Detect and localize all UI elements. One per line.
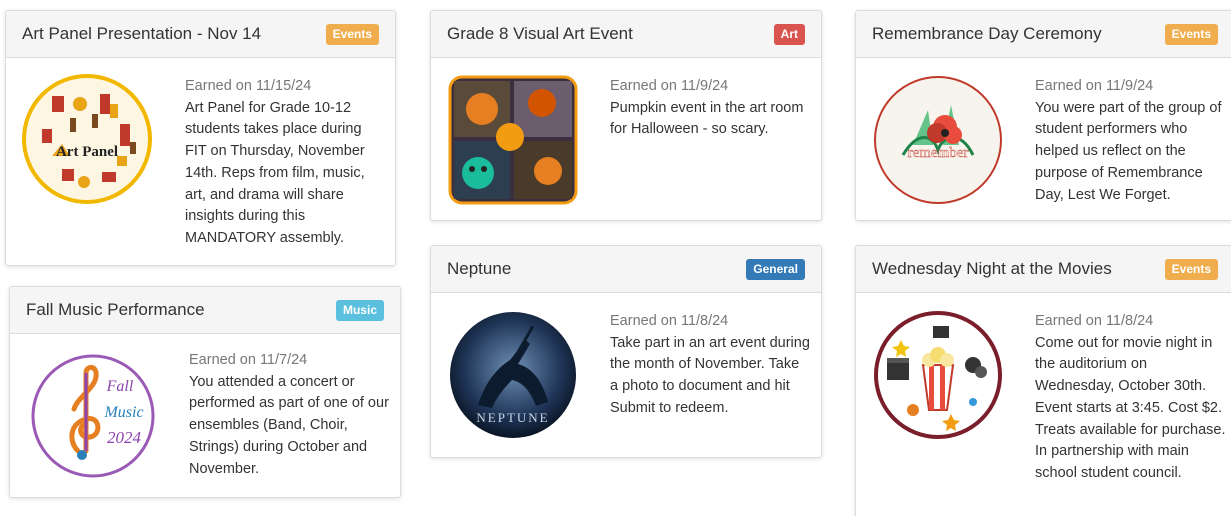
badge-card[interactable]: Art Panel Presentation - Nov 14 Events A… bbox=[5, 10, 396, 266]
art-panel-logo-text: Art Panel bbox=[56, 144, 118, 160]
badge-card[interactable]: Wednesday Night at the Movies Events Ear… bbox=[855, 245, 1231, 516]
music-logo-text-year: 2024 bbox=[107, 428, 142, 447]
card-text: Earned on 11/9/24 You were part of the g… bbox=[1035, 76, 1225, 206]
pumpkin-photo-image bbox=[448, 75, 578, 205]
card-text: Earned on 11/15/24 Art Panel for Grade 1… bbox=[185, 76, 385, 250]
category-badge: Events bbox=[1164, 258, 1218, 280]
card-description: You were part of the group of student pe… bbox=[1035, 99, 1222, 203]
treble-clef-image: Fall Music 2024 bbox=[28, 351, 158, 481]
badge-card[interactable]: Fall Music Performance Music Fall Music … bbox=[9, 286, 401, 498]
card-title: Neptune bbox=[447, 259, 512, 278]
category-badge: Art bbox=[773, 23, 805, 45]
card-header: Remembrance Day Ceremony Events bbox=[856, 11, 1231, 58]
category-badge: Music bbox=[335, 299, 384, 321]
card-header: Wednesday Night at the Movies Events bbox=[856, 246, 1231, 293]
card-header: Fall Music Performance Music bbox=[10, 287, 400, 334]
earned-date: Earned on 11/9/24 bbox=[1035, 78, 1154, 94]
music-logo-text-fall: Fall bbox=[106, 378, 134, 395]
earned-date: Earned on 11/8/24 bbox=[1035, 313, 1154, 329]
card-description: Take part in an art event during the mon… bbox=[610, 334, 810, 416]
card-description: You attended a concert or performed as p… bbox=[189, 373, 389, 477]
card-title: Wednesday Night at the Movies bbox=[872, 259, 1112, 278]
earned-date: Earned on 11/7/24 bbox=[189, 352, 308, 368]
music-logo-text-music: Music bbox=[103, 404, 143, 421]
card-title: Grade 8 Visual Art Event bbox=[447, 24, 633, 43]
earned-date: Earned on 11/15/24 bbox=[185, 78, 312, 94]
poppy-image: remember bbox=[873, 75, 1003, 205]
card-title: Fall Music Performance bbox=[26, 300, 205, 319]
card-text: Earned on 11/7/24 You attended a concert… bbox=[189, 350, 389, 480]
card-header: Art Panel Presentation - Nov 14 Events bbox=[6, 11, 395, 58]
card-text: Earned on 11/8/24 Come out for movie nig… bbox=[1035, 311, 1227, 485]
earned-date: Earned on 11/8/24 bbox=[610, 313, 729, 329]
card-header: Neptune General bbox=[431, 246, 821, 293]
card-title: Art Panel Presentation - Nov 14 bbox=[22, 24, 262, 43]
badge-card[interactable]: Remembrance Day Ceremony Events remember… bbox=[855, 10, 1231, 221]
popcorn-movie-image bbox=[873, 310, 1003, 440]
remember-logo-text: remember bbox=[908, 145, 969, 161]
card-text: Earned on 11/9/24 Pumpkin event in the a… bbox=[610, 76, 810, 141]
card-description: Pumpkin event in the art room for Hallow… bbox=[610, 99, 804, 138]
category-badge: Events bbox=[325, 23, 379, 45]
category-badge: General bbox=[746, 258, 805, 280]
card-description: Come out for movie night in the auditori… bbox=[1035, 334, 1226, 481]
badge-card[interactable]: Grade 8 Visual Art Event Art Earned on 1… bbox=[430, 10, 822, 221]
card-description: Art Panel for Grade 10-12 students takes… bbox=[185, 99, 365, 246]
card-header: Grade 8 Visual Art Event Art bbox=[431, 11, 821, 58]
card-text: Earned on 11/8/24 Take part in an art ev… bbox=[610, 311, 810, 420]
badge-card[interactable]: Neptune General NEPTUNE Earned on 11/8/2… bbox=[430, 245, 822, 458]
art-panel-image: Art Panel bbox=[22, 74, 152, 204]
neptune-statue-image: NEPTUNE bbox=[448, 310, 578, 440]
card-title: Remembrance Day Ceremony bbox=[872, 24, 1102, 43]
category-badge: Events bbox=[1164, 23, 1218, 45]
earned-date: Earned on 11/9/24 bbox=[610, 78, 729, 94]
neptune-logo-text: NEPTUNE bbox=[476, 410, 549, 425]
